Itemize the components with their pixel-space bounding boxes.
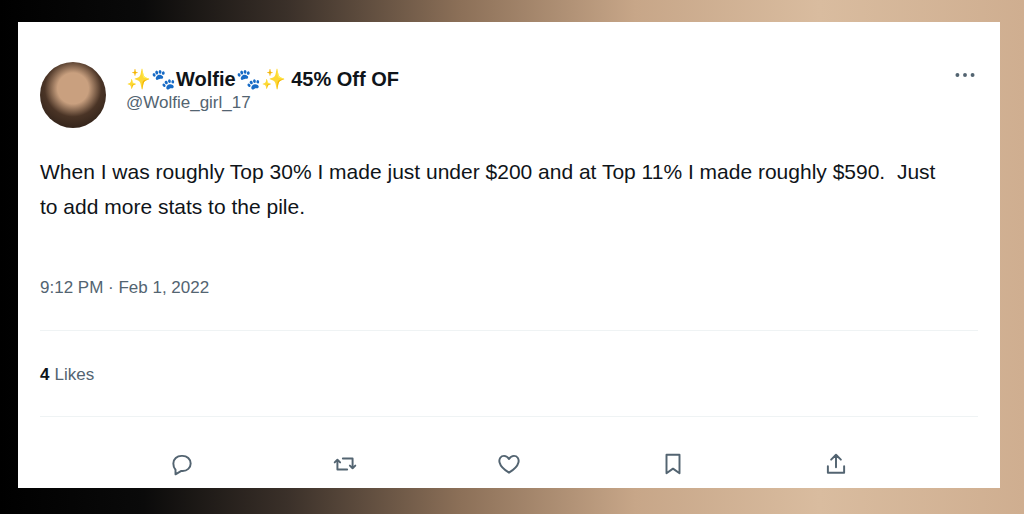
likes-number: 4 <box>40 363 49 387</box>
author: ✨🐾Wolfie🐾✨ 45% Off OF@Wolfie_girl_17 <box>126 62 932 114</box>
avatar[interactable] <box>40 62 106 128</box>
bookmark-icon[interactable] <box>660 451 686 481</box>
more-icon[interactable] <box>952 62 978 92</box>
action-bar <box>40 417 978 481</box>
tweet-header: ✨🐾Wolfie🐾✨ 45% Off OF@Wolfie_girl_17 <box>40 62 978 128</box>
retweet-icon[interactable] <box>332 451 358 481</box>
handle[interactable]: @Wolfie_girl_17 <box>126 92 932 114</box>
likes-label: Likes <box>54 363 94 387</box>
tweet-card: ✨🐾Wolfie🐾✨ 45% Off OF@Wolfie_girl_17 When… <box>18 22 1000 488</box>
likes-count[interactable]: 4Likes <box>40 331 978 416</box>
divider <box>40 330 978 331</box>
divider <box>40 416 978 417</box>
like-icon[interactable] <box>496 451 522 481</box>
tweet-text: When I was roughly Top 30% I made just u… <box>40 154 978 224</box>
display-name[interactable]: ✨🐾Wolfie🐾✨ 45% Off OF <box>126 66 932 92</box>
share-icon[interactable] <box>823 451 849 481</box>
reply-icon[interactable] <box>169 451 195 481</box>
timestamp[interactable]: 9:12 PM · Feb 1, 2022 <box>40 276 978 300</box>
